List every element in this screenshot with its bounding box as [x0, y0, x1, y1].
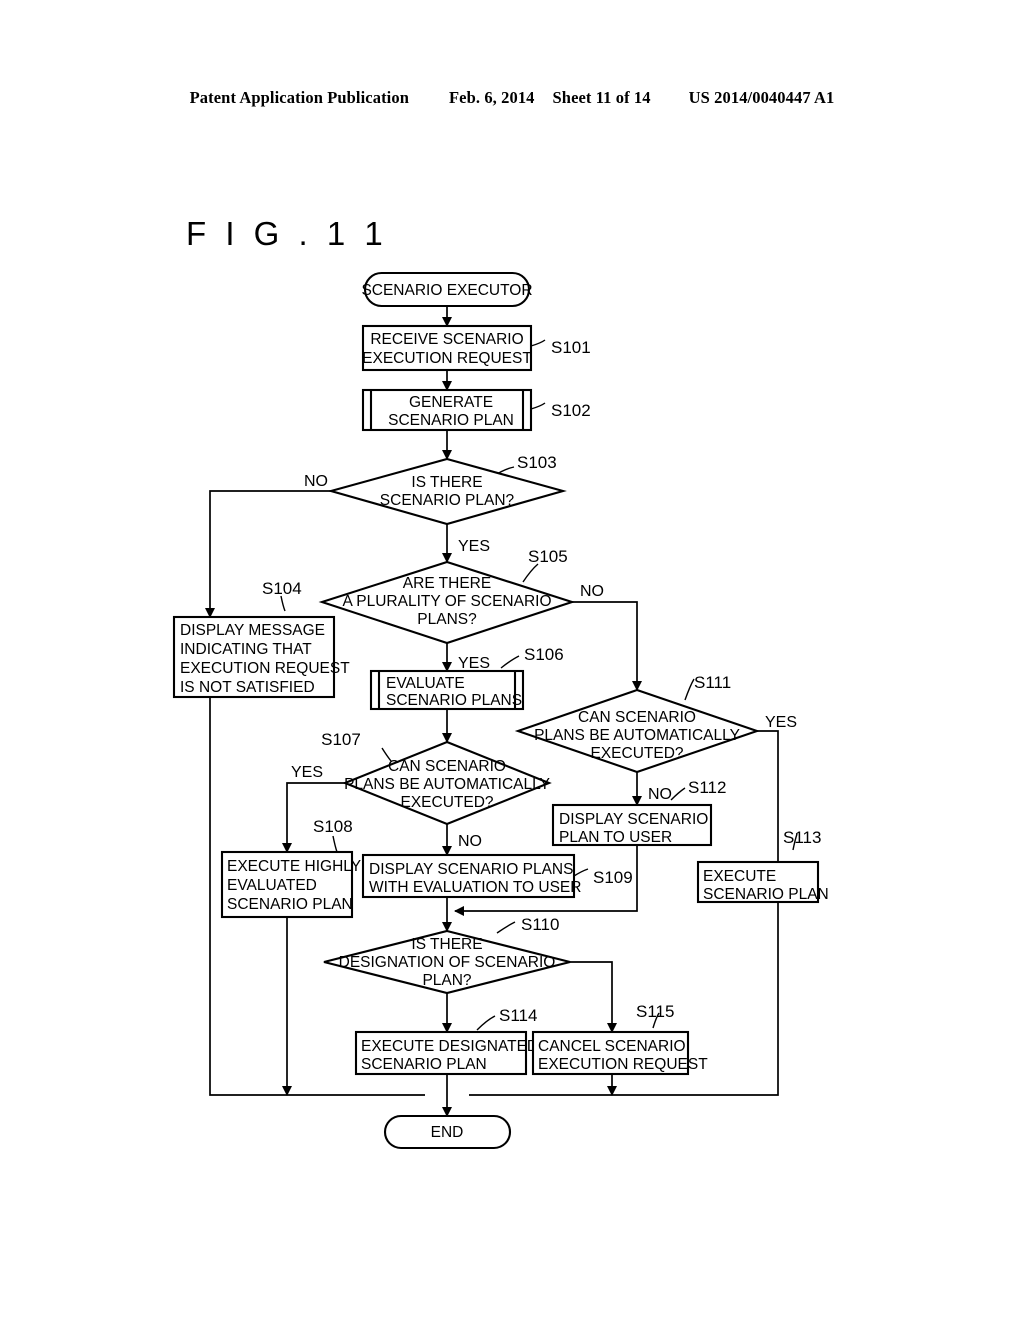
node-s113: EXECUTE SCENARIO PLAN S113 [696, 828, 829, 904]
leader-s106 [500, 655, 520, 669]
s107-line-2: PLANS BE AUTOMATICALLY [344, 776, 550, 793]
s112-line-1: DISPLAY SCENARIO [559, 811, 708, 828]
s111-yes-label: YES [765, 714, 797, 731]
s108-line-2: EVALUATED [227, 877, 317, 894]
s110-line-3: PLAN? [422, 972, 471, 989]
s114-line-1: EXECUTE DESIGNATED [361, 1038, 538, 1055]
s103-line-1: IS THERE [411, 474, 482, 491]
s110-step-label: S110 [521, 915, 559, 934]
s115-line-2: EXECUTION REQUEST [538, 1056, 708, 1073]
start-terminal-label: SCENARIO EXECUTOR [361, 282, 532, 299]
s107-yes-label: YES [291, 764, 323, 781]
leader-s108 [332, 835, 338, 853]
s105-line-3: PLANS? [417, 611, 477, 628]
s108-line-3: SCENARIO PLAN [227, 896, 353, 913]
s109-step-label: S109 [593, 868, 633, 887]
s108-line-1: EXECUTE HIGHLY [227, 858, 361, 875]
s114-line-2: SCENARIO PLAN [361, 1056, 487, 1073]
s103-step-label: S103 [517, 453, 557, 472]
s105-line-2: A PLURALITY OF SCENARIO [342, 593, 551, 610]
node-s109: DISPLAY SCENARIO PLANS WITH EVALUATION T… [361, 853, 633, 899]
s105-yes-label: YES [458, 655, 490, 672]
edge-s103-no-s104 [204, 490, 331, 619]
s104-line-4: IS NOT SATISFIED [180, 679, 315, 696]
s110-line-1: IS THERE [411, 936, 482, 953]
leader-s112 [670, 787, 686, 801]
s112-step-label: S112 [688, 778, 726, 797]
s113-step-label: S113 [783, 828, 821, 847]
s114-step-label: S114 [499, 1006, 537, 1025]
s115-step-label: S115 [636, 1002, 674, 1021]
s104-line-2: INDICATING THAT [180, 641, 312, 658]
s104-line-1: DISPLAY MESSAGE [180, 622, 325, 639]
s101-line-1: RECEIVE SCENARIO [370, 331, 523, 348]
s107-line-1: CAN SCENARIO [388, 758, 506, 775]
leader-s109 [573, 868, 589, 877]
s105-no-label: NO [580, 583, 604, 600]
s103-line-2: SCENARIO PLAN? [380, 492, 515, 509]
s101-line-2: EXECUTION REQUEST [362, 350, 532, 367]
node-s108: EXECUTE HIGHLY EVALUATED SCENARIO PLAN S… [220, 817, 361, 919]
s113-line-1: EXECUTE [703, 868, 776, 885]
s109-line-2: WITH EVALUATION TO USER [369, 879, 581, 896]
node-s103: IS THERE SCENARIO PLAN? S103 NO YES [304, 453, 567, 555]
node-s115: CANCEL SCENARIO EXECUTION REQUEST S115 [531, 1002, 708, 1076]
s105-line-1: ARE THERE [403, 575, 491, 592]
s111-line-3: EXECUTED? [590, 745, 683, 762]
s107-step-label: S107 [321, 730, 361, 749]
node-s102: GENERATE SCENARIO PLAN S102 [361, 388, 591, 432]
s109-line-1: DISPLAY SCENARIO PLANS [369, 861, 573, 878]
patent-page: Patent Application Publication Feb. 6, 2… [0, 0, 1024, 1320]
s111-line-1: CAN SCENARIO [578, 709, 696, 726]
s111-no-label: NO [648, 786, 672, 803]
s111-line-2: PLANS BE AUTOMATICALLY [534, 727, 740, 744]
s105-step-label: S105 [528, 547, 568, 566]
s113-line-2: SCENARIO PLAN [703, 886, 829, 903]
edge-s111-yes-s113 [757, 730, 779, 865]
s106-line-2: SCENARIO PLANS [386, 692, 522, 709]
edge-s110-s115 [570, 961, 618, 1034]
node-s101: RECEIVE SCENARIO EXECUTION REQUEST S101 [361, 324, 591, 372]
end-terminal-label: END [431, 1124, 464, 1141]
node-start: SCENARIO EXECUTOR [361, 271, 533, 308]
leader-s105 [522, 563, 539, 583]
leader-s102 [530, 402, 546, 410]
s101-step-label: S101 [551, 338, 591, 357]
s102-step-label: S102 [551, 401, 591, 420]
s104-step-label: S104 [262, 579, 302, 598]
node-s112: DISPLAY SCENARIO PLAN TO USER S112 [551, 778, 726, 847]
s115-line-1: CANCEL SCENARIO [538, 1038, 686, 1055]
node-s104: DISPLAY MESSAGE INDICATING THAT EXECUTIO… [172, 579, 350, 699]
edge-s105-no-s111 [572, 601, 643, 692]
s110-line-2: DESIGNATION OF SCENARIO [339, 954, 556, 971]
node-end: END [383, 1114, 512, 1150]
s103-yes-label: YES [458, 538, 490, 555]
leader-s101 [530, 339, 546, 347]
s107-line-3: EXECUTED? [400, 794, 493, 811]
s106-line-1: EVALUATE [386, 675, 465, 692]
s102-line-1: GENERATE [409, 394, 493, 411]
s102-line-2: SCENARIO PLAN [388, 412, 514, 429]
flowchart: SCENARIO EXECUTOR RECEIVE SCENARIO EXECU… [172, 271, 829, 1150]
s112-line-2: PLAN TO USER [559, 829, 672, 846]
leader-s114 [476, 1015, 496, 1031]
s111-step-label: S111 [694, 673, 731, 692]
s103-no-label: NO [304, 473, 328, 490]
s106-step-label: S106 [524, 645, 564, 664]
leader-s110 [496, 921, 516, 934]
s108-step-label: S108 [313, 817, 353, 836]
s104-line-3: EXECUTION REQUEST [180, 660, 350, 677]
leader-s104 [280, 595, 286, 612]
node-s111: CAN SCENARIO PLANS BE AUTOMATICALLY EXEC… [514, 673, 797, 803]
s107-no-label: NO [458, 833, 482, 850]
leader-s111 [684, 678, 695, 701]
